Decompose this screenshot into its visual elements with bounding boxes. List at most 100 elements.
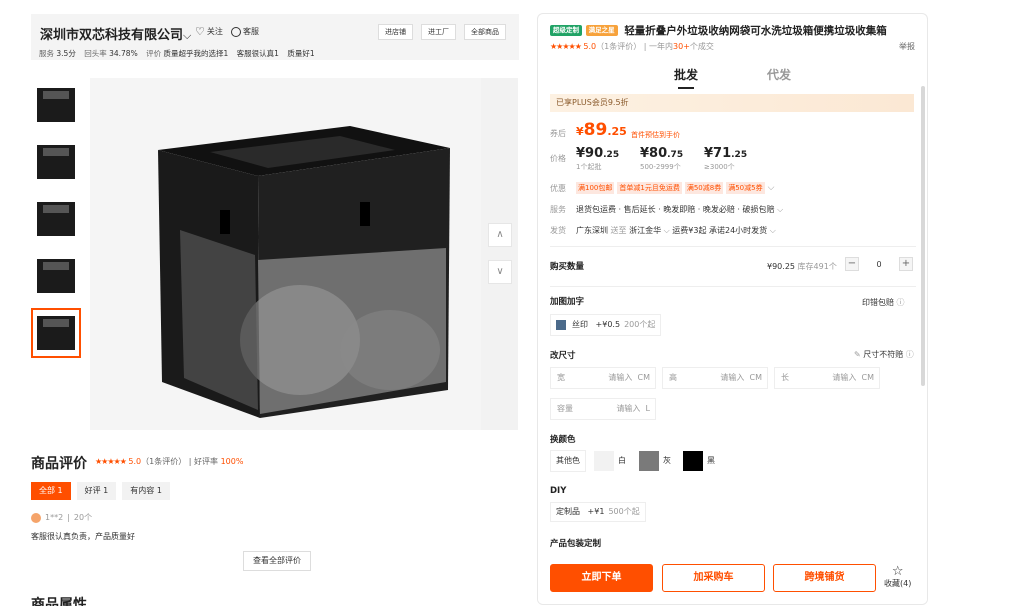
reviews-title: 商品评价 <box>31 456 87 472</box>
promo-list[interactable]: 满100包邮 首单减1元且免运费 满50减8券 满50减5券 ⌵ <box>576 182 774 194</box>
tag-badge: 满足之星 <box>585 25 618 36</box>
heart-icon: ♡ <box>195 24 205 38</box>
chevron-down-icon: ∨ <box>496 266 504 277</box>
scrollbar[interactable] <box>921 86 925 386</box>
tab-dropship[interactable]: 代发 <box>767 66 791 83</box>
promo-tag: 满100包邮 <box>576 182 615 194</box>
shipping-info[interactable]: 广东深圳 送至 浙江金华 ⌵ 运费¥3起 承诺24小时发货 ⌵ <box>576 225 776 236</box>
logo-option[interactable]: 丝印 +¥0.5 200个起 <box>550 314 662 336</box>
info-icon: ⓘ <box>896 298 905 307</box>
product-rating: ★★★★★ 5.0（1条评价） | 一年内30+个成交 <box>550 42 714 51</box>
review-tab-all[interactable]: 全部 1 <box>31 482 71 500</box>
shop-name-text: 深圳市双芯科技有限公司 <box>40 28 184 43</box>
rating-stars: ★★★★★ <box>550 42 582 51</box>
divider <box>550 286 916 287</box>
shop-name[interactable]: 深圳市双芯科技有限公司⌵ <box>40 24 191 43</box>
enter-factory-button[interactable]: 进工厂 <box>421 24 456 40</box>
price-tier: ¥80.75 500-2999个 <box>640 146 684 171</box>
customer-service-button[interactable]: 客服 <box>231 26 259 37</box>
color-swatch <box>683 451 703 471</box>
gallery-nav: ∧ ∨ <box>481 78 518 430</box>
thumbnail-list <box>31 80 81 365</box>
gallery-down-button[interactable]: ∨ <box>488 260 512 284</box>
size-guarantee-link[interactable]: ✎ 尺寸不符赔 ⓘ <box>854 349 914 360</box>
service-label: 客服 <box>243 27 259 36</box>
product-title-text: 轻量折叠户外垃圾收纳网袋可水洗垃圾箱便携垃圾收集箱 <box>624 25 887 37</box>
divider <box>550 246 916 247</box>
color-swatch <box>594 451 614 471</box>
promo-tag: 首单减1元且免运费 <box>617 182 682 194</box>
product-thumbnail-image <box>37 88 75 122</box>
color-option-other[interactable]: 其他色 <box>550 450 586 472</box>
info-icon: ⓘ <box>905 350 914 359</box>
thumbnail[interactable] <box>31 80 81 130</box>
review-tab-with-content[interactable]: 有内容 1 <box>122 482 170 500</box>
color-option-gray[interactable]: 灰 <box>639 450 671 472</box>
quantity-price: ¥90.25 库存491个 <box>767 262 837 271</box>
product-thumbnail-image <box>37 259 75 293</box>
diy-title: DIY <box>550 486 567 496</box>
product-thumbnail-image <box>37 145 75 179</box>
packaging-title: 产品包装定制 <box>550 539 602 549</box>
print-guarantee-link[interactable]: 印错包赔 ⓘ <box>862 297 905 308</box>
color-option-black[interactable]: 黑 <box>683 450 715 472</box>
chevron-down-icon: ⌵ <box>663 226 670 235</box>
purchase-mode-tabs: 批发 代发 <box>538 66 927 89</box>
service-label: 服务 <box>550 205 566 214</box>
price-tier: ¥90.25 1个起批 <box>576 146 620 171</box>
star-icon: ☆ <box>891 564 904 579</box>
shop-header: 深圳市双芯科技有限公司⌵ ♡ 关注 客服 进店铺 进工厂 全部商品 服务 3.5… <box>31 14 519 60</box>
chevron-down-icon: ⌵ <box>183 29 192 42</box>
reviews-summary: ★★★★★ 5.0（1条评价） | 好评率 100% <box>95 457 244 466</box>
attributes-title: 商品属性 <box>31 597 87 606</box>
qty-input[interactable]: 0 <box>859 260 899 269</box>
buy-now-button[interactable]: 立即下单 <box>550 564 653 592</box>
thumbnail[interactable] <box>31 251 81 301</box>
qty-minus-button[interactable]: − <box>845 257 859 271</box>
length-input[interactable]: 长 请输入 CM <box>774 367 880 389</box>
height-input[interactable]: 高 请输入 CM <box>662 367 768 389</box>
add-to-cart-button[interactable]: 加采购车 <box>662 564 765 592</box>
review-text: 客服很认真负责，产品质量好 <box>31 532 135 541</box>
chevron-down-icon: ⌵ <box>769 226 776 235</box>
thumbnail[interactable] <box>31 194 81 244</box>
review-tab-good[interactable]: 好评 1 <box>76 482 117 500</box>
diy-option[interactable]: 定制品 +¥1 500个起 <box>550 502 646 522</box>
price-label: 价格 <box>550 154 566 163</box>
follow-button[interactable]: ♡ 关注 <box>195 26 223 37</box>
product-thumbnail-image <box>37 316 75 350</box>
review-filter-tabs: 全部 1 好评 1 有内容 1 <box>31 482 170 500</box>
color-swatch <box>639 451 659 471</box>
report-link[interactable]: 举报 <box>899 41 915 52</box>
enter-shop-button[interactable]: 进店铺 <box>378 24 413 40</box>
tag-badge: 超级定制 <box>550 25 582 36</box>
thumbnail-active[interactable] <box>31 308 81 358</box>
width-input[interactable]: 宽 请输入 CM <box>550 367 656 389</box>
promo-tag: 满50减5券 <box>726 182 765 194</box>
color-custom-title: 换颜色 <box>550 435 576 445</box>
qty-plus-button[interactable]: + <box>899 257 913 271</box>
tab-wholesale[interactable]: 批发 <box>674 66 698 89</box>
chevron-down-icon: ⌵ <box>767 183 775 193</box>
product-box-illustration <box>158 126 450 418</box>
color-option-white[interactable]: 白 <box>594 450 626 472</box>
view-all-reviews-button[interactable]: 查看全部评价 <box>243 551 311 571</box>
plus-member-banner: 已享PLUS会员9.5折 <box>550 94 914 112</box>
shop-stats: 服务 3.5分 回头率 34.78% 评价 质量超乎我的选择1 客服很认真1 质… <box>39 49 315 58</box>
favorite-button[interactable]: ☆ 收藏(4) <box>884 565 911 589</box>
all-products-button[interactable]: 全部商品 <box>464 24 506 40</box>
quantity-title: 购买数量 <box>550 262 585 272</box>
size-custom-title: 改尺寸 <box>550 351 576 361</box>
thumbnail[interactable] <box>31 137 81 187</box>
action-bar: 立即下单 加采购车 跨境铺货 ☆ 收藏(4) <box>538 554 927 604</box>
capacity-input[interactable]: 容量 请输入 L <box>550 398 656 420</box>
gallery-up-button[interactable]: ∧ <box>488 223 512 247</box>
after-coupon-price: ¥89.25 <box>576 120 627 140</box>
chat-icon <box>231 26 241 37</box>
cross-border-button[interactable]: 跨境铺货 <box>773 564 876 592</box>
follow-label: 关注 <box>206 27 223 36</box>
rating-stars: ★★★★★ <box>95 457 127 466</box>
promo-tag: 满50减8券 <box>684 182 724 194</box>
service-list[interactable]: 退货包运费 · 售后延长 · 晚发即赔 · 晚发必赔 · 破损包赔 ⌵ <box>576 204 783 215</box>
price-tier: ¥71.25 ≥3000个 <box>704 146 748 171</box>
